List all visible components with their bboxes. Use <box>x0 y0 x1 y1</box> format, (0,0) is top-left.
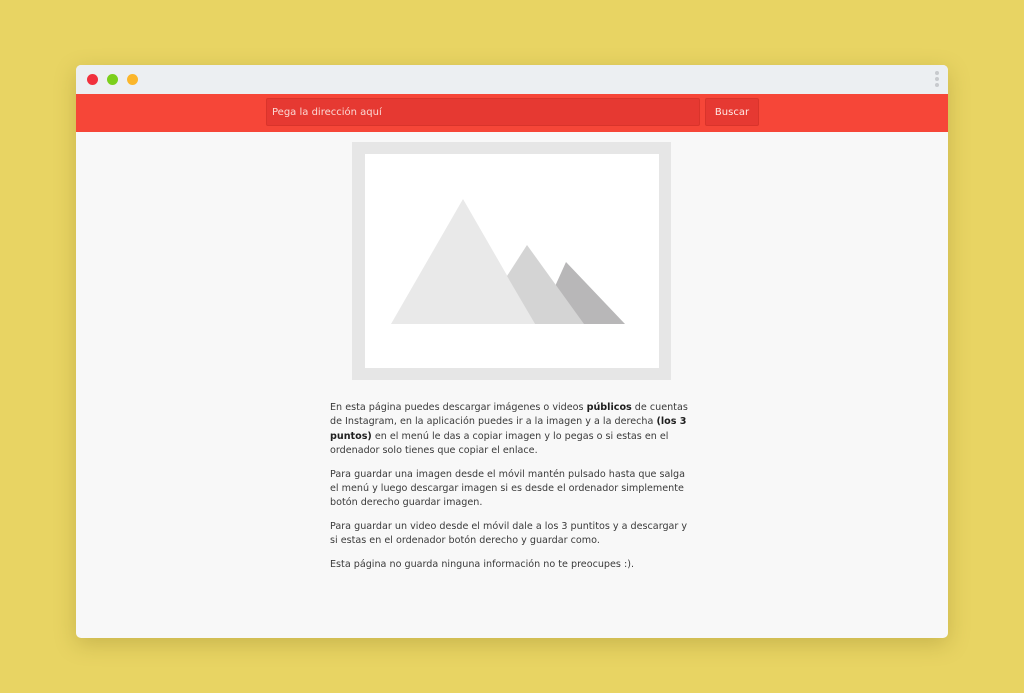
instructions-paragraph-3: Para guardar un video desde el móvil dal… <box>330 520 688 547</box>
minimize-window-button[interactable] <box>127 74 138 85</box>
search-bar: Buscar <box>76 94 948 132</box>
instructions-paragraph-4: Esta página no guarda ninguna informació… <box>330 558 634 570</box>
image-canvas <box>365 154 659 368</box>
url-input[interactable] <box>266 98 700 126</box>
instructions: En esta página puedes descargar imágenes… <box>330 401 694 581</box>
title-bar <box>76 65 948 94</box>
more-options-icon[interactable] <box>935 71 939 88</box>
close-window-button[interactable] <box>87 74 98 85</box>
search-button[interactable]: Buscar <box>705 98 759 126</box>
browser-window: Buscar En esta página puedes descargar i… <box>76 65 948 638</box>
image-placeholder-icon <box>352 142 671 380</box>
maximize-window-button[interactable] <box>107 74 118 85</box>
instructions-paragraph-2: Para guardar una imagen desde el móvil m… <box>330 468 686 509</box>
instructions-paragraph-1: En esta página puedes descargar imágenes… <box>330 402 688 457</box>
